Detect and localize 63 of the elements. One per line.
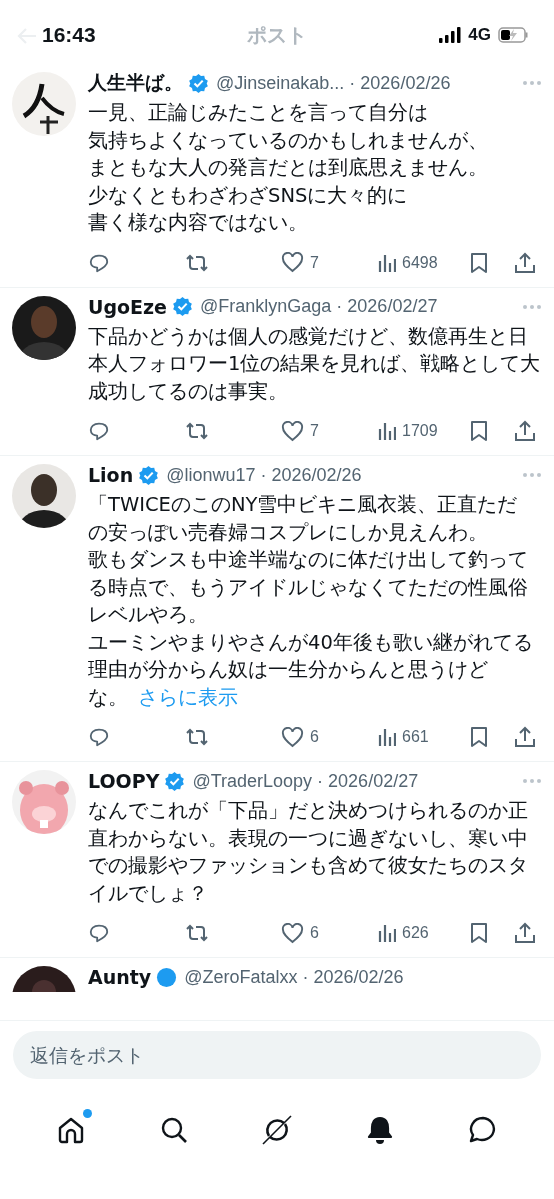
views-icon[interactable] [378, 923, 396, 943]
share-icon[interactable] [514, 726, 536, 748]
reply-icon[interactable] [88, 726, 110, 748]
author-name[interactable]: LOOPY [88, 770, 160, 792]
like-count: 7 [310, 253, 319, 272]
author-name[interactable]: Aunty [88, 966, 152, 988]
author-handle[interactable]: @ZeroFatalxx [184, 966, 298, 988]
post-date: · 2026/02/26 [260, 464, 362, 486]
author-name[interactable]: UgoEze [88, 295, 167, 318]
reply-icon[interactable] [88, 420, 110, 442]
repost-icon[interactable] [185, 420, 209, 442]
heart-icon[interactable] [281, 420, 304, 442]
share-icon[interactable] [514, 251, 536, 274]
views-icon[interactable] [378, 421, 396, 441]
view-count: 661 [402, 728, 429, 746]
share-icon[interactable] [514, 922, 536, 944]
post-date: · 2026/02/27 [317, 770, 419, 792]
repost-icon[interactable] [185, 726, 209, 748]
heart-icon[interactable] [281, 922, 304, 944]
view-count: 1709 [402, 422, 438, 440]
post-text: 「TWICEのこのNY雪中ビキニ風衣装、正直ただ の安っぽい売春婦コスプレにしか見えんわ。 歌もダンスも中途半端なのに体だけ出して釣って る時点で、もうアイドルじゃなくてただの性風俗 レベルやろ。 ユーミンやまりやさんが40年後も歌い継がれてる 理由が分からん奴は一生分からんと思うけど な。 さらに表示 [88, 492, 534, 711]
bookmark-icon[interactable] [470, 420, 488, 442]
slashed-circle-icon[interactable] [262, 1115, 292, 1145]
bookmark-icon[interactable] [470, 251, 488, 274]
header-title: ポスト [246, 21, 308, 49]
verified-badge-icon [138, 464, 160, 486]
post-date: · 2026/02/27 [336, 296, 438, 317]
battery-charging-icon [498, 27, 530, 43]
share-icon[interactable] [514, 420, 536, 442]
views-icon[interactable] [378, 252, 396, 273]
verified-badge-icon [156, 966, 178, 988]
like-count: 7 [310, 422, 319, 440]
like-count: 6 [310, 728, 319, 746]
author-handle[interactable]: @Jinseinakab... [216, 72, 345, 94]
author-name[interactable]: 人生半ば。 [88, 70, 183, 96]
repost-icon[interactable] [185, 922, 209, 944]
bookmark-icon[interactable] [470, 922, 488, 944]
signal-icon [439, 27, 462, 43]
reply-field[interactable]: 返信をポスト [13, 1031, 541, 1079]
view-count: 6498 [402, 253, 438, 272]
reply-icon[interactable] [88, 922, 110, 944]
network-label: 4G [468, 25, 491, 45]
heart-icon[interactable] [281, 252, 304, 273]
bookmark-icon[interactable] [470, 726, 488, 748]
like-count: 6 [310, 924, 319, 942]
view-count: 626 [402, 924, 429, 942]
author-name[interactable]: Lion [88, 464, 134, 486]
post-date: · 2026/02/26 [349, 72, 451, 94]
post-date: · 2026/02/26 [302, 966, 404, 988]
author-handle[interactable]: @lionwu17 [166, 464, 256, 486]
post-text: 一見、正論じみたことを言って自分は 気持ちよくなっているのかもしれませんが、 まともな大人の発言だとは到底思えません。 少なくともわざわざSNSに大々的に 書く様な内容ではない。 [88, 100, 489, 236]
verified-badge-icon [164, 770, 186, 792]
author-handle[interactable]: @FranklynGaga [200, 296, 332, 317]
heart-icon[interactable] [281, 726, 304, 748]
post-text: なんでこれが「下品」だと決めつけられるのか正 直わからない。表現の一つに過ぎないし、寒い中 での撮影やファッションも含めて彼女たちのスタ イルでしょ？ [88, 798, 529, 907]
verified-badge-icon [188, 72, 209, 94]
chat-icon[interactable] [467, 1115, 498, 1145]
status-time: 16:43 [42, 23, 96, 47]
bell-icon[interactable] [365, 1115, 394, 1145]
author-handle[interactable]: @TraderLoopy [192, 770, 313, 792]
views-icon[interactable] [378, 727, 396, 747]
post-text: 下品かどうかは個人の感覚だけど、数億再生と日 本人フォロワー1位の結果を見れば、戦略として大 成功してるのは事実。 [88, 323, 542, 405]
verified-badge-icon [172, 296, 193, 317]
